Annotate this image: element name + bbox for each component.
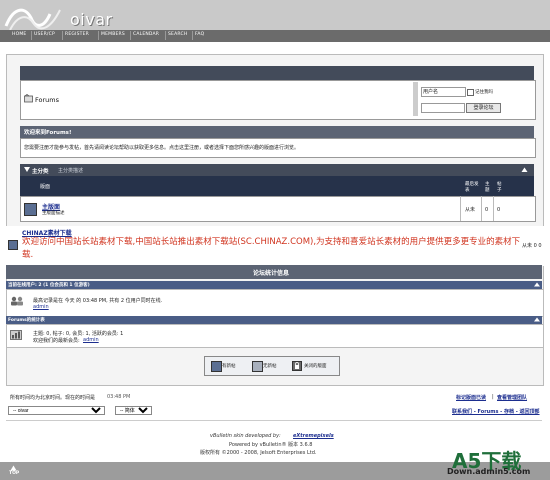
col-last-post-header: 最后发表 <box>465 182 479 193</box>
forum-status-icon <box>24 203 37 216</box>
top-link[interactable]: TOP <box>9 471 19 476</box>
no-new-posts-icon <box>252 361 263 372</box>
new-posts-icon <box>211 361 222 372</box>
users-icon <box>11 296 23 306</box>
legend-new: 有新帖 <box>222 364 236 369</box>
powered-by: Powered by vBulletin® 版本 3.6.8 <box>229 442 313 448</box>
forum-home-title[interactable]: Forums <box>35 96 59 104</box>
ad-right-text: 从未 0 0 <box>522 243 542 249</box>
stats-title: 论坛统计信息 <box>253 270 290 277</box>
nav-usercp[interactable]: USER/CP <box>34 32 55 37</box>
col-divider <box>481 196 482 221</box>
forum-stats-collapse-icon[interactable] <box>534 317 540 322</box>
footer-links[interactable]: 联系我们 - Forums - 存档 - 返回顶部 <box>452 408 540 415</box>
newest-member-label: 欢迎我们的最新会员: <box>33 338 80 344</box>
footer-divider <box>6 420 542 421</box>
col-forum-header: 版面 <box>40 184 51 190</box>
online-record-text: 最高记录是在 今天 的 03:48 PM, 共有 2 位用户同时在线. <box>33 298 163 304</box>
forum-home-box <box>20 80 536 120</box>
category-collapse-icon[interactable] <box>521 167 528 173</box>
category-header-row <box>20 176 534 196</box>
welcome-text: 您需要注册才能参与发帖，首先请阅读论坛帮助以获取更多信息。点击这里注册，或者选择… <box>24 145 300 151</box>
remember-me-label: 记住我吗 <box>475 90 493 95</box>
nav-calendar[interactable]: CALENDAR <box>133 32 159 37</box>
welcome-bar <box>20 126 534 138</box>
style-select[interactable]: -- oivar <box>8 406 105 415</box>
nav-home[interactable]: HOME <box>12 32 26 37</box>
skin-author-link[interactable]: eXtremepixels <box>293 433 334 439</box>
view-leaders-link[interactable]: 查看管理团队 <box>497 394 527 401</box>
collapse-icon[interactable] <box>24 167 30 173</box>
col-divider <box>460 196 461 221</box>
category-bar <box>20 164 534 176</box>
copyright: 版权所有 ©2000 - 2008, Jelsoft Enterprises L… <box>200 450 317 456</box>
nav-divider <box>130 31 131 40</box>
newest-member-link[interactable]: admin <box>83 337 99 343</box>
ad-text: 欢迎访问中国站长站素材下载,中国站长站推出素材下载站(SC.CHINAZ.COM… <box>22 237 521 260</box>
forum-row <box>20 196 536 222</box>
watermark-url: Down.admin5.com <box>447 467 531 476</box>
login-label-column <box>413 82 418 116</box>
nav-register[interactable]: REGISTER <box>65 32 89 37</box>
ad-forum-icon <box>8 240 18 250</box>
username-field[interactable]: 用户名 <box>421 87 466 97</box>
forum-posts-count: 0 <box>497 207 501 213</box>
online-collapse-icon[interactable] <box>534 282 540 287</box>
nav-faq[interactable]: FAQ <box>195 32 204 37</box>
nav-divider <box>165 31 166 40</box>
forum-stats-header: Forums的统计表 <box>8 318 45 323</box>
forum-stats-text: 主题: 0, 帖子: 0, 会员: 1, 活跃的会员: 1 <box>33 331 124 337</box>
current-time: 03:48 PM <box>107 394 131 400</box>
online-user-link[interactable]: admin <box>33 304 49 310</box>
forum-stats-header-bar <box>6 316 542 324</box>
col-topics-header: 主题 <box>485 182 490 193</box>
nav-divider <box>62 31 63 40</box>
category-title[interactable]: 主分类 <box>32 167 49 175</box>
col-divider <box>493 196 494 221</box>
site-logo[interactable]: oivar <box>70 10 113 29</box>
logo-swirl-icon <box>4 8 61 31</box>
nav-members[interactable]: MEMBERS <box>101 32 125 37</box>
nav-divider <box>31 31 32 40</box>
closed-forum-icon <box>292 361 302 371</box>
legend-closed: 关闭的版面 <box>304 364 327 369</box>
language-select[interactable]: -- 简体中文 <box>115 406 152 415</box>
forum-last-post: 从未 <box>465 207 476 213</box>
nav-divider <box>192 31 193 40</box>
forum-description: 主版面描述 <box>42 211 65 216</box>
timezone-text: 所有时间均为北京时间。现在的时间是 <box>10 395 96 401</box>
nav-search[interactable]: SEARCH <box>168 32 187 37</box>
forum-home-bar <box>20 66 534 80</box>
legend-none: 无新帖 <box>263 364 277 369</box>
login-button[interactable]: 登录论坛 <box>466 103 501 113</box>
forum-home-icon <box>24 94 33 103</box>
category-subtitle: 主分类描述 <box>58 168 84 174</box>
remember-me-checkbox[interactable] <box>467 89 474 96</box>
skin-credit: vBulletin skin developed by: <box>210 433 281 439</box>
nav-divider <box>98 31 99 40</box>
welcome-heading: 欢迎来到Forums! <box>24 130 72 136</box>
forum-topics-count: 0 <box>485 207 489 213</box>
mark-read-link[interactable]: 标记版面已读 <box>456 394 486 401</box>
password-field[interactable] <box>421 103 465 113</box>
col-posts-header: 帖子 <box>497 182 502 193</box>
online-header[interactable]: 当前在线用户: 2 (1 位会员和 1 位游客) <box>8 282 90 288</box>
stats-chart-icon <box>10 330 22 340</box>
